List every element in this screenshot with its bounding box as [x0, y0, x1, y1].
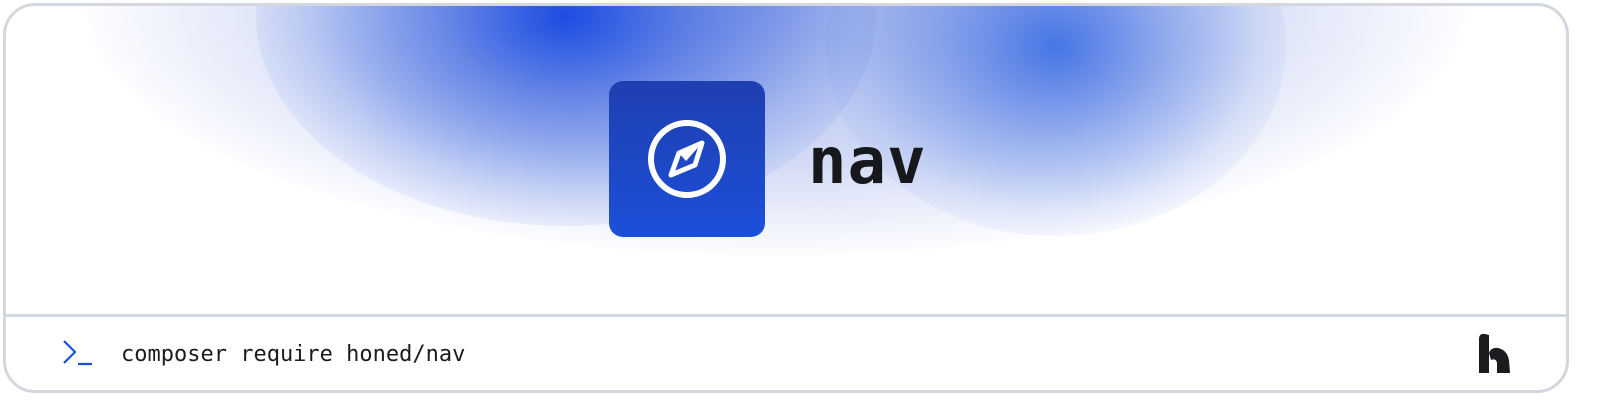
package-name: nav — [808, 125, 927, 199]
compass-icon — [648, 120, 726, 198]
package-banner-card: nav composer require honed/nav — [3, 3, 1569, 393]
brand-logo-icon — [1479, 333, 1510, 373]
install-command-bar: composer require honed/nav — [6, 317, 1566, 390]
terminal-prompt-icon — [63, 340, 92, 366]
hero-section: nav — [6, 6, 1566, 314]
install-command[interactable]: composer require honed/nav — [121, 341, 465, 369]
background-glow — [86, 6, 1466, 256]
background-glow-left — [256, 6, 876, 226]
package-logo-tile — [609, 81, 765, 237]
